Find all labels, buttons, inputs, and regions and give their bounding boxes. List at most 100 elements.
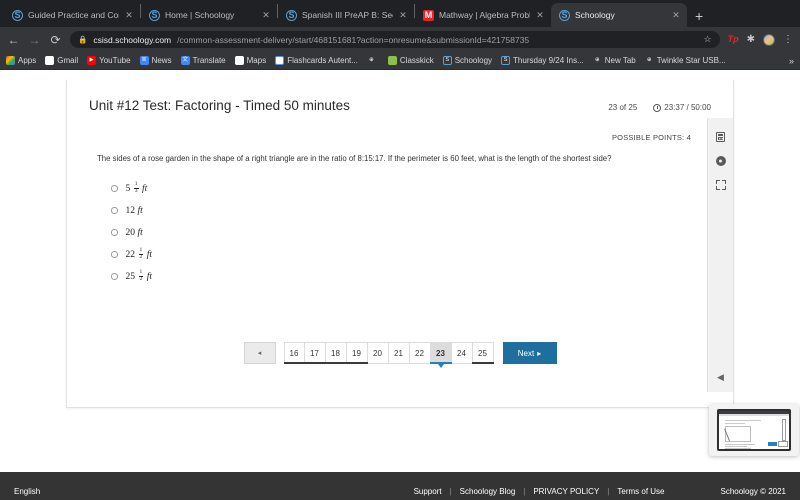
bookmark-label: Gmail [57,56,78,65]
bookmark-translate[interactable]: 文 Translate [181,56,226,65]
radio-button[interactable] [111,185,118,192]
pip-inner-content [719,411,789,449]
radio-button[interactable] [111,229,118,236]
language-selector[interactable]: English [14,487,40,496]
tab-close-icon[interactable]: ✕ [671,10,681,21]
reload-button[interactable]: ⟳ [49,34,62,46]
chrome-menu-icon[interactable]: ⋮ [783,35,793,45]
maps-pin-icon: ◉ [235,56,244,65]
profile-avatar[interactable] [763,34,775,46]
radio-button[interactable] [111,273,118,280]
extensions-puzzle-icon[interactable]: ✱ [747,35,755,45]
bookmark-apps[interactable]: Apps [6,56,36,65]
bookmark-maps[interactable]: ◉ Maps [235,56,267,65]
accessibility-icon: ● [716,156,726,166]
previous-question-button[interactable]: ◂ [244,342,276,364]
forward-button[interactable]: → [28,34,41,46]
answer-choice-2[interactable]: 20 ft [111,222,689,244]
bookmark-globe-unnamed[interactable]: ⊕ [367,56,379,65]
choice-whole: 25 [126,272,136,282]
tinypng-extension-icon[interactable]: Tp [728,35,739,44]
possible-points: POSSIBLE POINTS: 4 [612,133,691,142]
fullscreen-icon [716,180,726,190]
bookmark-star-icon[interactable]: ☆ [704,34,712,45]
page-button-21[interactable]: 21 [389,342,410,364]
page-button-25[interactable]: 25 [473,342,494,364]
page-button-16[interactable]: 16 [284,342,305,364]
back-button[interactable]: ← [7,34,20,46]
bookmarks-bar: Apps M Gmail ▶ YouTube ≣ News 文 Translat… [0,52,800,70]
bookmark-twinkle-star-usb[interactable]: ⊕ Twinkle Star USB... [645,56,726,65]
browser-tab-1[interactable]: S Home | Schoology ✕ [141,3,277,27]
browser-tab-4-active[interactable]: S Schoology ✕ [551,3,687,27]
browser-tab-2[interactable]: S Spanish III PreAP B: Section 90 ✕ [278,3,414,27]
bookmark-youtube[interactable]: ▶ YouTube [87,56,130,65]
radio-button[interactable] [111,251,118,258]
bookmarks-overflow-icon[interactable]: » [789,56,794,66]
lock-icon: 🔒 [78,35,87,44]
clock-icon [653,104,661,112]
choice-unit: ft [138,228,143,238]
answer-choice-4[interactable]: 25 1 2 ft [111,266,689,288]
pip-line [725,423,745,424]
youtube-icon: ▶ [87,56,96,65]
page-title: Unit #12 Test: Factoring - Timed 50 minu… [89,98,350,113]
accessibility-button[interactable]: ● [712,150,730,172]
bookmark-new-tab[interactable]: ⊕ New Tab [593,56,636,65]
bookmark-schoology[interactable]: S Schoology [443,56,492,65]
choice-fraction: 1 2 [139,248,144,261]
footer-link-schoology-blog[interactable]: Schoology Blog [460,487,516,496]
bookmark-label: YouTube [99,56,130,65]
tab-close-icon[interactable]: ✕ [398,10,408,21]
page-button-17[interactable]: 17 [305,342,326,364]
choice-unit: ft [138,206,143,216]
tab-close-icon[interactable]: ✕ [535,10,545,21]
question-counter: 23 of 25 [608,103,637,112]
browser-tab-3[interactable]: M Mathway | Algebra Problem So ✕ [415,3,551,27]
radio-button[interactable] [111,207,118,214]
bookmark-label: Flashcards Autent... [287,56,358,65]
tab-title: Guided Practice and Core Prac [28,10,119,20]
tab-close-icon[interactable]: ✕ [124,10,134,21]
fraction-denominator: 2 [139,276,144,283]
fullscreen-button[interactable] [712,174,730,196]
page-button-22[interactable]: 22 [410,342,431,364]
page-button-23-current[interactable]: 23 [431,342,452,364]
translate-icon: 文 [181,56,190,65]
next-arrow-icon: ▸ [537,349,541,358]
page-number-list: 16 17 18 19 20 21 22 23 24 25 [284,342,494,364]
bookmark-label: Maps [247,56,267,65]
bookmark-news[interactable]: ≣ News [140,56,172,65]
points-row: POSSIBLE POINTS: 4 [67,113,733,145]
picture-in-picture-thumbnail[interactable] [709,404,799,456]
answer-choice-label: 5 1 3 ft [126,182,148,195]
rail-collapse-button[interactable]: ◀ [717,372,724,383]
answer-choice-1[interactable]: 12 ft [111,200,689,222]
browser-window: S Guided Practice and Core Prac ✕ S Home… [0,0,800,500]
footer-link-privacy-policy[interactable]: PRIVACY POLICY [533,487,599,496]
address-bar[interactable]: 🔒 csisd.schoology.com /common-assessment… [70,31,720,48]
fraction-denominator: 2 [139,254,144,261]
page-button-19[interactable]: 19 [347,342,368,364]
page-button-18[interactable]: 18 [326,342,347,364]
bookmark-thursday-instructions[interactable]: S Thursday 9/24 Ins... [501,56,584,65]
globe-icon: ⊕ [593,56,602,65]
footer-link-support[interactable]: Support [414,487,442,496]
answer-choice-0[interactable]: 5 1 3 ft [111,178,689,200]
answer-choice-3[interactable]: 22 1 2 ft [111,244,689,266]
bookmark-gmail[interactable]: M Gmail [45,56,78,65]
page-button-20[interactable]: 20 [368,342,389,364]
page-footer: English Support | Schoology Blog | PRIVA… [0,472,800,500]
next-question-button[interactable]: Next ▸ [503,342,557,364]
page-button-24[interactable]: 24 [452,342,473,364]
new-tab-button[interactable]: + [695,9,703,23]
calculator-button[interactable] [712,126,730,148]
tab-close-icon[interactable]: ✕ [261,10,271,21]
bookmark-label: Classkick [400,56,434,65]
bookmark-flashcards[interactable]: Q Flashcards Autent... [275,56,358,65]
browser-tab-0[interactable]: S Guided Practice and Core Prac ✕ [4,3,140,27]
bookmark-classkick[interactable]: Classkick [388,56,434,65]
question-text: The sides of a rose garden in the shape … [97,153,689,165]
choice-whole: 20 [126,228,136,238]
footer-link-terms-of-use[interactable]: Terms of Use [617,487,664,496]
